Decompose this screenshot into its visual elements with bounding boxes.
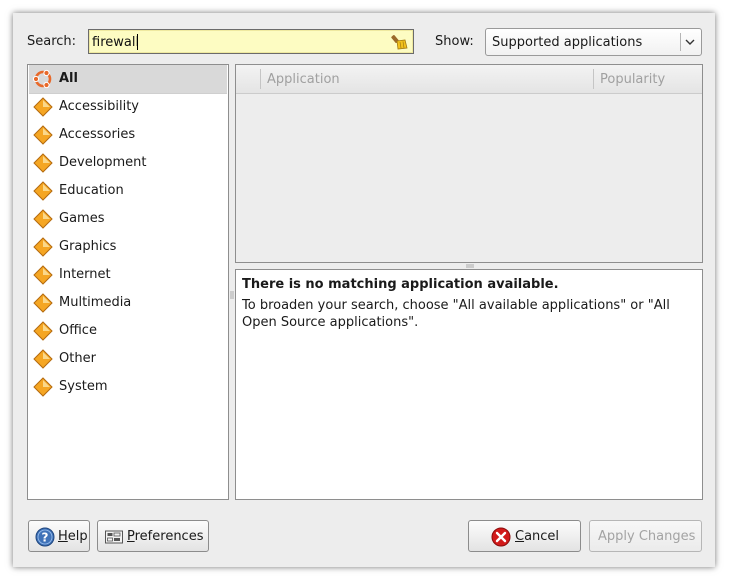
category-item-other[interactable]: Other xyxy=(29,345,227,373)
category-item-accessories[interactable]: Accessories xyxy=(29,121,227,149)
search-label: Search: xyxy=(27,34,77,49)
application-description-pane: There is no matching application availab… xyxy=(235,269,703,500)
category-diamond-icon xyxy=(33,125,53,145)
help-label: elp xyxy=(67,529,88,544)
apply-changes-button[interactable]: Apply Changes xyxy=(589,520,702,552)
help-button[interactable]: ? Help xyxy=(28,520,90,552)
category-diamond-icon xyxy=(33,237,53,257)
category-item-office[interactable]: Office xyxy=(29,317,227,345)
pane-resize-grip-horizontal[interactable] xyxy=(465,264,475,268)
cancel-icon xyxy=(491,527,511,547)
category-diamond-icon xyxy=(33,293,53,313)
category-diamond-icon xyxy=(33,181,53,201)
category-label: Education xyxy=(59,183,124,198)
preferences-label: references xyxy=(134,529,204,544)
category-item-education[interactable]: Education xyxy=(29,177,227,205)
category-label: Development xyxy=(59,155,147,170)
show-filter-value: Supported applications xyxy=(492,35,643,50)
ubuntu-logo-icon xyxy=(32,69,52,89)
category-item-development[interactable]: Development xyxy=(29,149,227,177)
table-header: Application Popularity xyxy=(236,65,702,94)
svg-text:?: ? xyxy=(42,531,49,545)
chevron-down-icon xyxy=(685,39,695,45)
category-diamond-icon xyxy=(33,265,53,285)
category-label: All xyxy=(59,71,78,86)
category-label: Office xyxy=(59,323,97,338)
text-caret xyxy=(137,34,138,50)
category-diamond-icon xyxy=(33,377,53,397)
search-input[interactable] xyxy=(92,33,382,51)
category-diamond-icon xyxy=(33,321,53,341)
category-item-accessibility[interactable]: Accessibility xyxy=(29,93,227,121)
category-item-games[interactable]: Games xyxy=(29,205,227,233)
category-label: Graphics xyxy=(59,239,117,254)
apply-changes-label: Apply Changes xyxy=(598,529,696,544)
clear-broom-icon[interactable] xyxy=(391,33,409,51)
category-diamond-icon xyxy=(33,209,53,229)
category-diamond-icon xyxy=(33,97,53,117)
column-header-popularity[interactable]: Popularity xyxy=(600,72,665,87)
help-mnemonic: H xyxy=(58,529,68,544)
category-item-internet[interactable]: Internet xyxy=(29,261,227,289)
column-separator xyxy=(260,69,261,89)
category-label: Accessibility xyxy=(59,99,139,114)
column-separator xyxy=(593,69,594,89)
category-label: Multimedia xyxy=(59,295,132,310)
category-label: Games xyxy=(59,211,105,226)
category-diamond-icon xyxy=(33,349,53,369)
category-item-system[interactable]: System xyxy=(29,373,227,401)
no-match-heading: There is no matching application availab… xyxy=(242,277,559,292)
category-label: Other xyxy=(59,351,96,366)
category-list[interactable]: All Accessibility Accessories Developmen… xyxy=(27,64,229,500)
show-label: Show: xyxy=(435,34,474,49)
column-header-application[interactable]: Application xyxy=(267,72,340,87)
show-filter-dropdown[interactable]: Supported applications xyxy=(485,28,702,56)
preferences-button[interactable]: Preferences xyxy=(97,520,209,552)
dropdown-separator xyxy=(680,33,681,51)
category-diamond-icon xyxy=(33,153,53,173)
category-item-multimedia[interactable]: Multimedia xyxy=(29,289,227,317)
cancel-button[interactable]: Cancel xyxy=(468,520,581,552)
search-field[interactable] xyxy=(88,29,414,54)
preferences-mnemonic: P xyxy=(127,529,135,544)
no-match-hint: To broaden your search, choose "All avai… xyxy=(242,298,670,330)
cancel-label: ancel xyxy=(524,529,560,544)
application-list[interactable]: Application Popularity xyxy=(235,64,703,263)
category-item-all[interactable]: All xyxy=(29,65,227,94)
cancel-mnemonic: C xyxy=(515,529,525,544)
pane-resize-grip-vertical[interactable] xyxy=(230,290,234,300)
category-label: Internet xyxy=(59,267,111,282)
category-label: System xyxy=(59,379,108,394)
category-label: Accessories xyxy=(59,127,136,142)
preferences-icon xyxy=(105,530,123,544)
help-icon: ? xyxy=(35,527,55,547)
add-remove-applications-window: Search: Show: Supported applications All xyxy=(13,13,715,567)
category-item-graphics[interactable]: Graphics xyxy=(29,233,227,261)
